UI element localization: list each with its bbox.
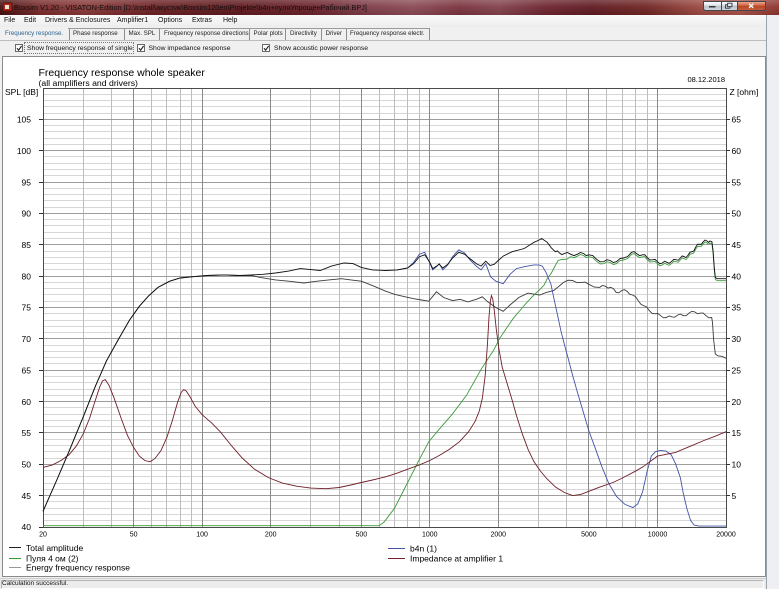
svg-text:45: 45 [22, 491, 32, 501]
svg-text:15: 15 [732, 428, 742, 438]
svg-text:75: 75 [22, 303, 32, 313]
svg-text:60: 60 [22, 397, 32, 407]
svg-text:Total amplitude: Total amplitude [26, 543, 83, 553]
svg-text:105: 105 [17, 115, 31, 125]
svg-text:SPL [dB]: SPL [dB] [5, 87, 38, 97]
svg-text:50: 50 [22, 460, 32, 470]
svg-text:80: 80 [22, 271, 32, 281]
svg-text:40: 40 [22, 522, 32, 532]
svg-text:Z [ohm]: Z [ohm] [730, 87, 759, 97]
svg-text:55: 55 [22, 428, 32, 438]
svg-text:08.12.2018: 08.12.2018 [687, 75, 725, 84]
svg-text:b4n (1): b4n (1) [410, 543, 437, 553]
svg-text:25: 25 [732, 365, 742, 375]
svg-text:45: 45 [732, 240, 742, 250]
svg-text:50: 50 [130, 532, 138, 539]
svg-text:35: 35 [732, 303, 742, 313]
svg-text:60: 60 [732, 146, 742, 156]
svg-text:50: 50 [732, 209, 742, 219]
svg-text:200: 200 [265, 532, 277, 539]
svg-text:70: 70 [22, 334, 32, 344]
svg-text:10: 10 [732, 460, 742, 470]
svg-text:100: 100 [17, 146, 31, 156]
svg-text:20: 20 [39, 532, 47, 539]
svg-text:20000: 20000 [716, 532, 736, 539]
svg-text:90: 90 [22, 209, 32, 219]
svg-text:5000: 5000 [581, 532, 597, 539]
svg-text:1000: 1000 [422, 532, 438, 539]
svg-text:10000: 10000 [648, 532, 668, 539]
svg-text:Energy frequency response: Energy frequency response [26, 563, 130, 573]
svg-text:500: 500 [355, 532, 367, 539]
svg-text:2000: 2000 [491, 532, 507, 539]
svg-text:5: 5 [732, 491, 737, 501]
svg-text:85: 85 [22, 240, 32, 250]
svg-text:40: 40 [732, 271, 742, 281]
svg-text:30: 30 [732, 334, 742, 344]
svg-text:65: 65 [732, 115, 742, 125]
svg-text:20: 20 [732, 397, 742, 407]
svg-text:Impedance at amplifier 1: Impedance at amplifier 1 [410, 554, 503, 564]
svg-text:(all amplifiers and drivers): (all amplifiers and drivers) [39, 78, 139, 88]
svg-text:95: 95 [22, 177, 32, 187]
svg-text:100: 100 [196, 532, 208, 539]
svg-text:65: 65 [22, 365, 32, 375]
svg-text:55: 55 [732, 177, 742, 187]
